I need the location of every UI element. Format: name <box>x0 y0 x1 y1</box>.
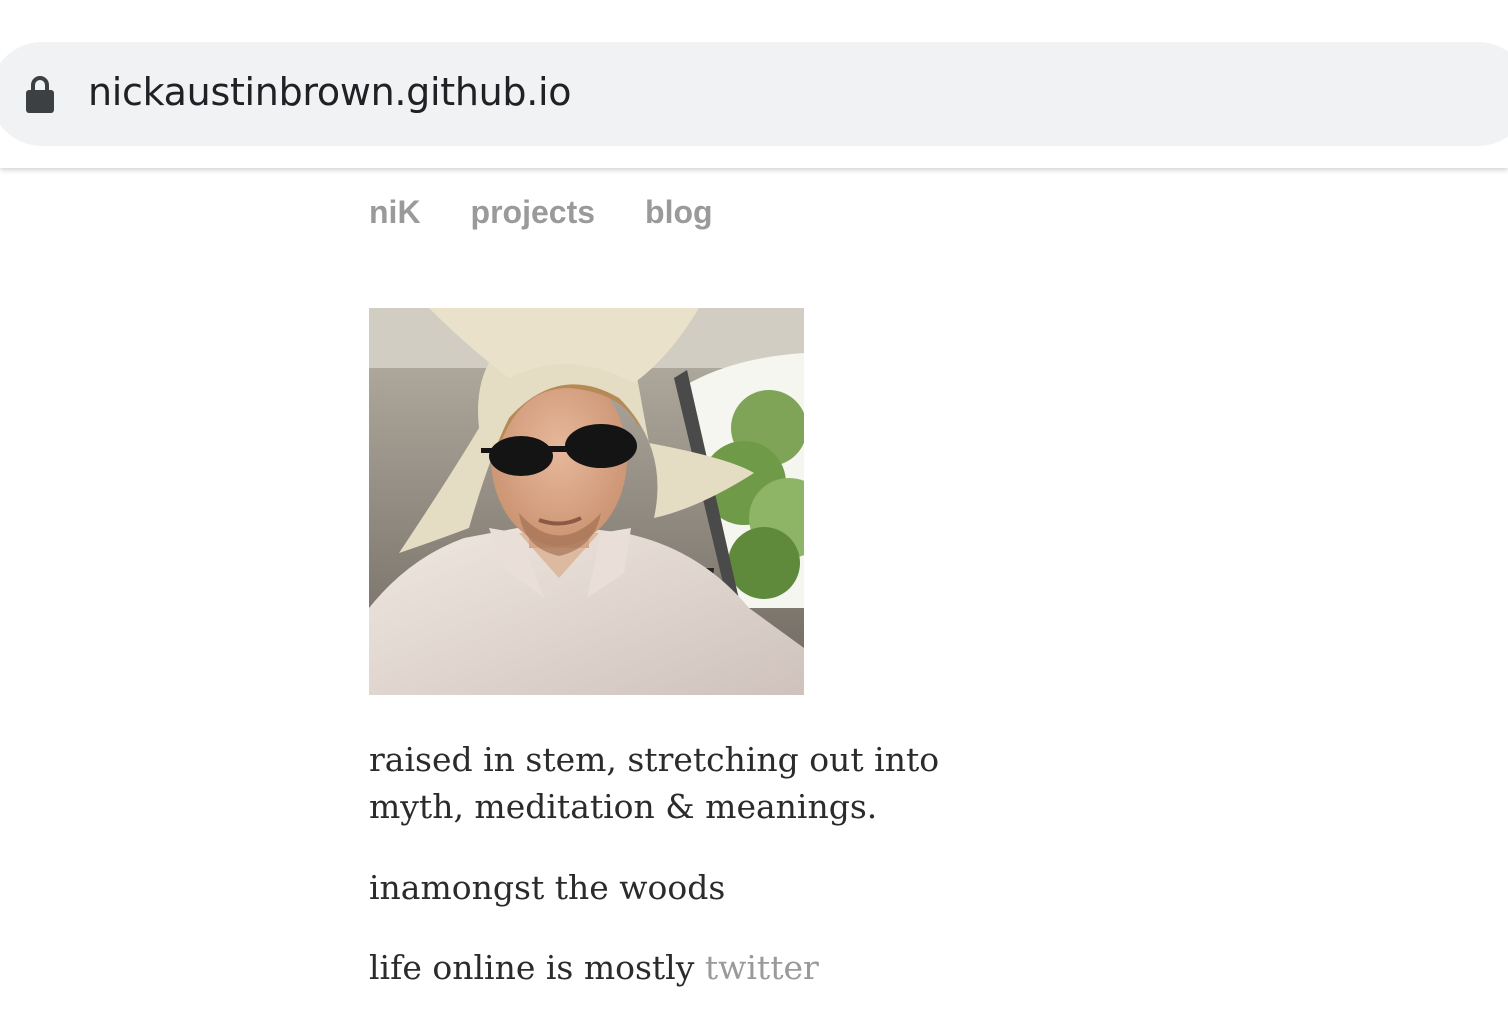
nav-link-blog[interactable]: blog <box>645 194 713 231</box>
url-text[interactable]: nickaustinbrown.github.io <box>88 70 572 114</box>
bio-line-2: myth, meditation & meanings. <box>369 787 878 826</box>
browser-toolbar: nickaustinbrown.github.io <box>0 0 1508 168</box>
lock-icon[interactable] <box>25 74 55 114</box>
page-content: niK projects blog raised in stem, stretc… <box>0 168 1508 1016</box>
profile-photo <box>369 308 804 695</box>
twitter-link[interactable]: twitter <box>705 948 819 987</box>
bio-location: inamongst the woods <box>369 868 726 907</box>
bio-online: life online is mostly twitter <box>369 944 819 991</box>
site-nav: niK projects blog <box>369 194 713 231</box>
nav-link-projects[interactable]: projects <box>471 194 595 231</box>
bio-online-prefix: life online is mostly <box>369 948 705 987</box>
nav-link-home[interactable]: niK <box>369 194 421 231</box>
bio-line-1: raised in stem, stretching out into <box>369 740 940 779</box>
bio-intro: raised in stem, stretching out into myth… <box>369 736 939 830</box>
